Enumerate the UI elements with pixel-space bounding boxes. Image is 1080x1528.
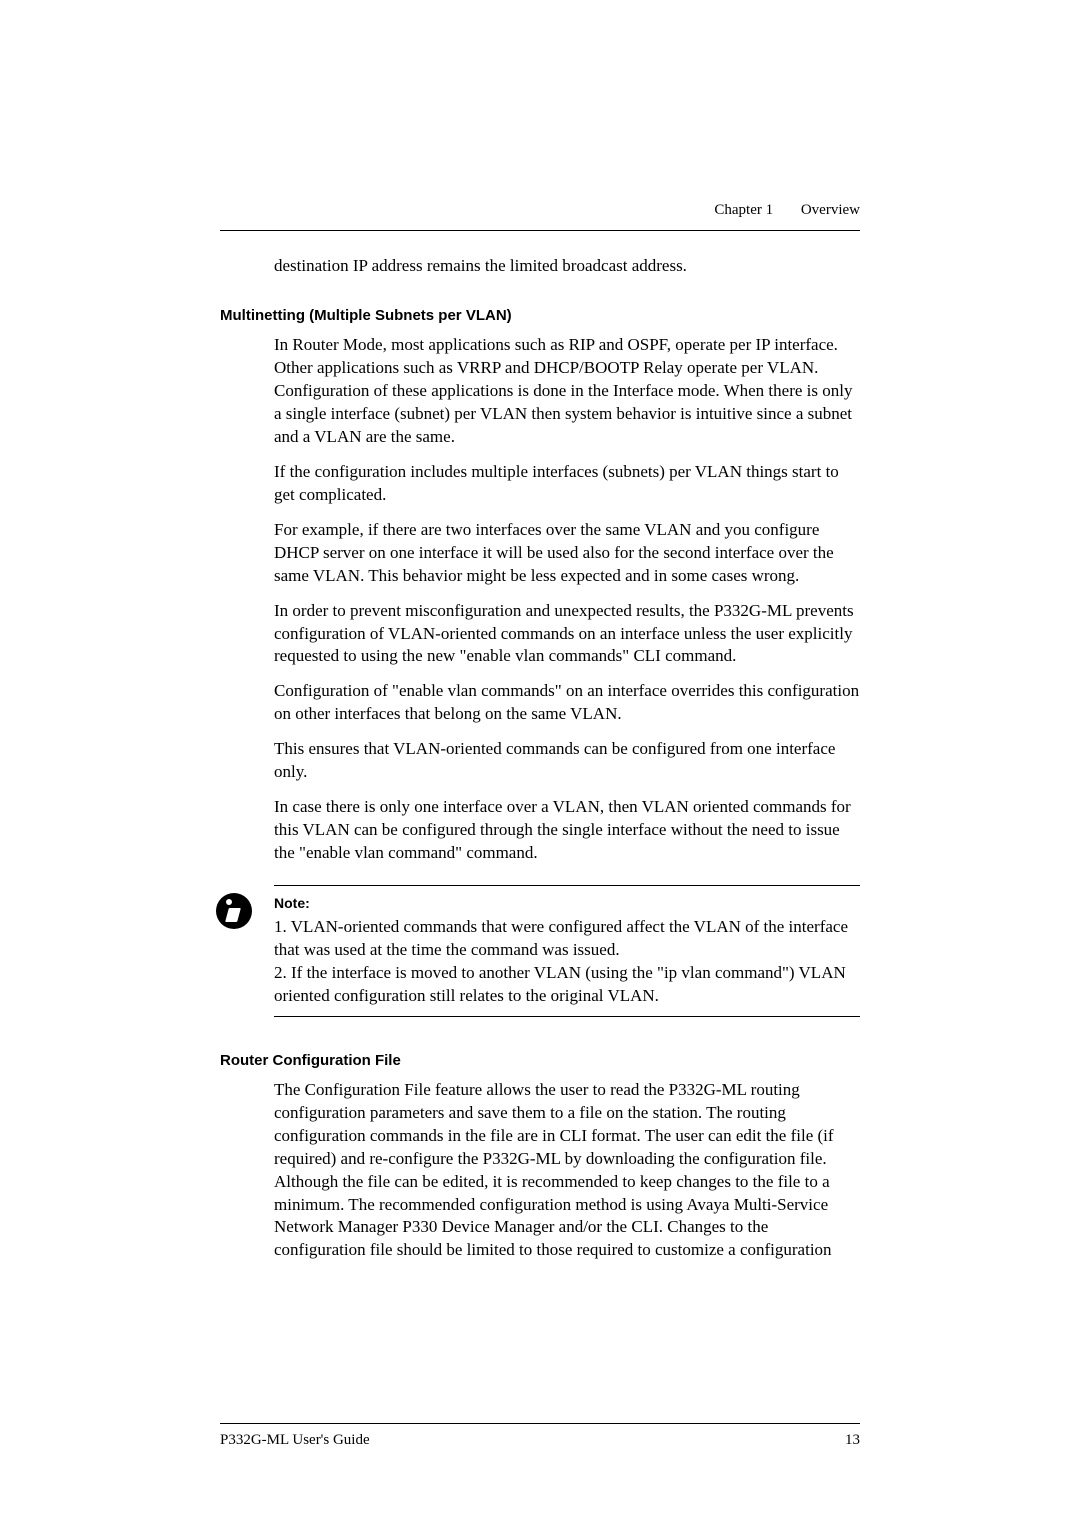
header-rule bbox=[220, 230, 860, 231]
chapter-label: Chapter 1 bbox=[714, 202, 773, 218]
page-content: destination IP address remains the limit… bbox=[220, 255, 860, 1274]
body-paragraph: Configuration of "enable vlan commands" … bbox=[274, 680, 860, 726]
guide-name: P332G-ML User's Guide bbox=[220, 1430, 370, 1450]
info-icon bbox=[216, 893, 252, 929]
note-line: 1. VLAN-oriented commands that were conf… bbox=[274, 916, 860, 962]
section-heading-multinetting: Multinetting (Multiple Subnets per VLAN) bbox=[220, 306, 860, 326]
body-paragraph: In order to prevent misconfiguration and… bbox=[274, 600, 860, 669]
running-header: Chapter 1 Overview bbox=[714, 200, 860, 220]
page-footer: P332G-ML User's Guide 13 bbox=[220, 1423, 860, 1450]
note-label: Note: bbox=[274, 894, 860, 913]
body-paragraph: In Router Mode, most applications such a… bbox=[274, 334, 860, 449]
body-paragraph: The Configuration File feature allows th… bbox=[274, 1079, 860, 1263]
body-paragraph: This ensures that VLAN-oriented commands… bbox=[274, 738, 860, 784]
body-paragraph: For example, if there are two interfaces… bbox=[274, 519, 860, 588]
section-heading-router-config: Router Configuration File bbox=[220, 1051, 860, 1071]
body-paragraph: In case there is only one interface over… bbox=[274, 796, 860, 865]
page-number: 13 bbox=[845, 1430, 860, 1450]
continuation-text: destination IP address remains the limit… bbox=[274, 255, 860, 278]
note-rule bbox=[274, 1016, 860, 1017]
note-block: Note: 1. VLAN-oriented commands that wer… bbox=[274, 885, 860, 1017]
chapter-title: Overview bbox=[801, 202, 860, 218]
note-line: 2. If the interface is moved to another … bbox=[274, 962, 860, 1008]
body-paragraph: If the configuration includes multiple i… bbox=[274, 461, 860, 507]
note-rule bbox=[274, 885, 860, 886]
footer-rule bbox=[220, 1423, 860, 1424]
